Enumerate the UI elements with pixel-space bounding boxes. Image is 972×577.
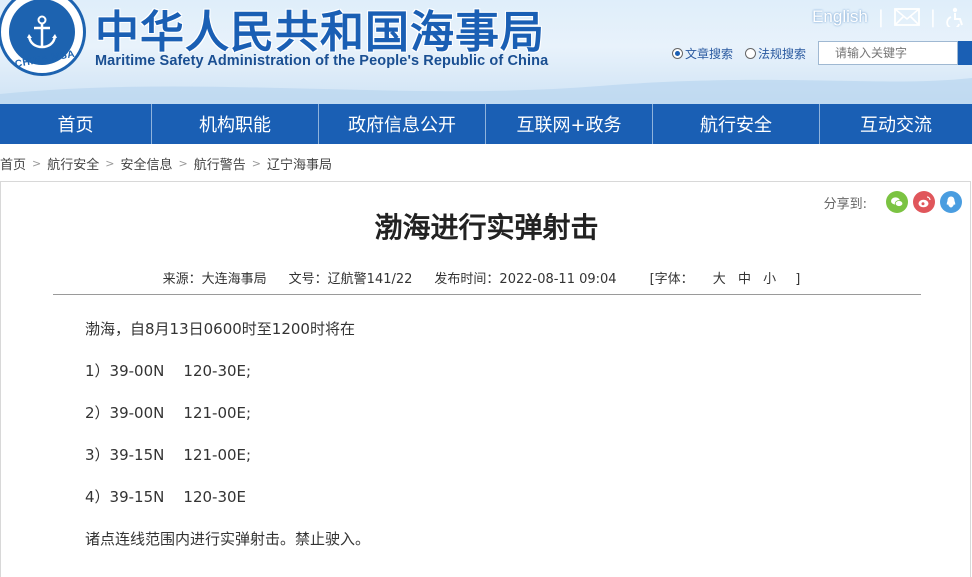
- article-paragraph: 3）39-15N 121-00E;: [85, 446, 252, 464]
- header-wave-decoration: [0, 78, 972, 104]
- site-header: CHINA MSA 中华人民共和国海事局 Maritime Safety Adm…: [0, 0, 972, 104]
- breadcrumb-separator: >: [105, 156, 115, 170]
- site-title-english: Maritime Safety Administration of the Pe…: [95, 53, 549, 69]
- font-size-label: [字体：: [649, 272, 694, 287]
- article-doc-number: 文号：辽航警141/22: [288, 272, 413, 287]
- article-title: 渤海进行实弹射击: [374, 211, 599, 244]
- main-nav: 首页 机构职能 政府信息公开 互联网+政务 航行安全 互动交流: [0, 104, 972, 144]
- search-option-article[interactable]: 文章搜索: [671, 45, 733, 62]
- article-panel: 分享到: 渤海进行实弹射击 来源：大连海事局 文号：辽航警141/22 发布时间…: [0, 181, 971, 577]
- article-publish-time: 发布时间：2022-08-11 09:04: [434, 272, 617, 287]
- nav-interaction[interactable]: 互动交流: [820, 104, 972, 144]
- mail-icon[interactable]: [894, 8, 920, 26]
- breadcrumb-navigation-safety[interactable]: 航行安全: [47, 154, 99, 173]
- nav-home[interactable]: 首页: [0, 104, 152, 144]
- breadcrumb: 首页 > 航行安全 > 安全信息 > 航行警告 > 辽宁海事局: [0, 153, 332, 173]
- breadcrumb-safety-info[interactable]: 安全信息: [120, 154, 172, 173]
- breadcrumb-warnings[interactable]: 航行警告: [194, 154, 246, 173]
- breadcrumb-separator: >: [178, 156, 188, 170]
- nav-functions[interactable]: 机构职能: [152, 104, 319, 144]
- site-title-chinese: 中华人民共和国海事局: [95, 7, 545, 58]
- breadcrumb-separator: >: [32, 156, 42, 170]
- nav-gov-info[interactable]: 政府信息公开: [319, 104, 486, 144]
- article-paragraph: 诸点连线范围内进行实弹射击。禁止驶入。: [85, 530, 371, 548]
- article-paragraph: 2）39-00N 121-00E;: [85, 404, 252, 422]
- font-size-close: ]: [795, 272, 801, 287]
- breadcrumb-liaoning[interactable]: 辽宁海事局: [267, 154, 332, 173]
- article-meta: 来源：大连海事局 文号：辽航警141/22 发布时间：2022-08-11 09…: [53, 268, 921, 295]
- font-size-small[interactable]: 小: [763, 272, 776, 287]
- nav-navigation-safety[interactable]: 航行安全: [653, 104, 820, 144]
- search-option-law[interactable]: 法规搜索: [744, 45, 806, 62]
- font-size-control: [字体： 大 中 小 ]: [639, 268, 812, 294]
- top-links: English | |: [812, 5, 972, 30]
- nav-internet-gov[interactable]: 互联网+政务: [486, 104, 653, 144]
- article-source: 来源：大连海事局: [162, 272, 267, 287]
- font-size-medium[interactable]: 中: [738, 272, 751, 287]
- english-link[interactable]: English: [812, 7, 868, 27]
- article-paragraph: 4）39-15N 120-30E: [85, 488, 247, 506]
- search-input[interactable]: [818, 41, 958, 65]
- accessibility-icon[interactable]: [946, 7, 966, 30]
- font-size-large[interactable]: 大: [713, 272, 726, 287]
- search-bar: 文章搜索 法规搜索: [671, 41, 972, 65]
- separator: |: [929, 6, 936, 28]
- separator: |: [877, 6, 884, 28]
- breadcrumb-separator: >: [251, 156, 261, 170]
- radio-unchecked-icon: [744, 47, 756, 59]
- search-button[interactable]: [958, 41, 972, 65]
- breadcrumb-home[interactable]: 首页: [0, 154, 26, 173]
- radio-checked-icon: [671, 47, 683, 59]
- article-body: 渤海，自8月13日0600时至1200时将在 1）39-00N 120-30E;…: [85, 319, 370, 571]
- article-paragraph: 1）39-00N 120-30E;: [85, 362, 252, 380]
- article-paragraph: 渤海，自8月13日0600时至1200时将在: [85, 320, 355, 338]
